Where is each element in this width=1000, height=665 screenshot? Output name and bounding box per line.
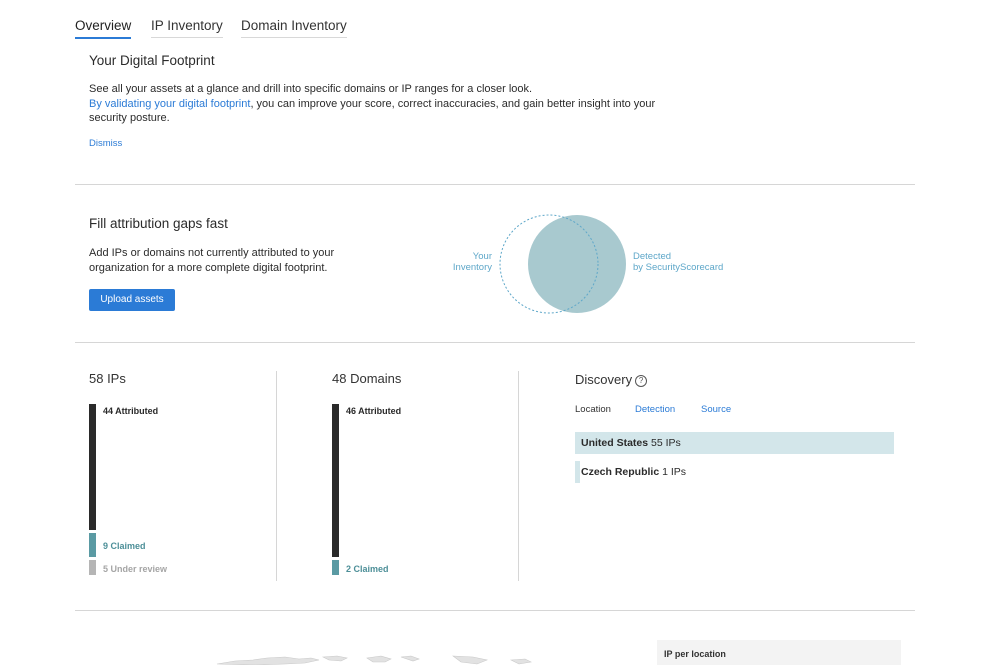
ips-attributed-bar bbox=[89, 404, 96, 530]
help-icon[interactable]: ? bbox=[635, 375, 648, 387]
column-divider bbox=[518, 371, 519, 581]
dismiss-link[interactable]: Dismiss bbox=[89, 138, 122, 149]
venn-left-line-1: Your bbox=[472, 251, 492, 262]
detected-circle bbox=[528, 215, 626, 313]
discovery-tab-location[interactable]: Location bbox=[575, 404, 611, 415]
venn-right-line-1: Detected bbox=[633, 251, 672, 262]
venn-right-line-2: by SecurityScorecard bbox=[633, 262, 724, 273]
footprint-title: Your Digital Footprint bbox=[89, 53, 215, 68]
location-country: Czech Republic bbox=[581, 466, 660, 478]
divider bbox=[75, 342, 915, 343]
column-divider bbox=[276, 371, 277, 581]
location-count: 55 IPs bbox=[651, 437, 681, 449]
tab-overview[interactable]: Overview bbox=[75, 18, 132, 39]
ips-under-review-bar bbox=[89, 560, 96, 575]
tab-ip-inventory[interactable]: IP Inventory bbox=[151, 18, 223, 38]
venn-label-your-inventory: Your Inventory bbox=[440, 251, 492, 273]
footprint-line-2-rest: , you can improve your score, correct in… bbox=[250, 97, 656, 110]
domains-attributed-label: 46 Attributed bbox=[346, 406, 402, 416]
validate-footprint-link[interactable]: By validating your digital footprint bbox=[89, 98, 250, 110]
ips-claimed-bar bbox=[89, 533, 96, 557]
ips-claimed-label: 9 Claimed bbox=[103, 541, 146, 551]
attribution-description: Add IPs or domains not currently attribu… bbox=[89, 246, 369, 275]
attribution-line-2: organization for a more complete digital… bbox=[89, 261, 328, 274]
location-bar bbox=[575, 461, 580, 483]
discovery-tab-source[interactable]: Source bbox=[701, 404, 731, 415]
domains-claimed-bar bbox=[332, 560, 339, 575]
upload-assets-button[interactable]: Upload assets bbox=[89, 289, 175, 311]
domains-attributed-bar bbox=[332, 404, 339, 557]
venn-left-line-2: Inventory bbox=[452, 262, 492, 273]
location-row[interactable]: Czech Republic 1 IPs bbox=[575, 461, 894, 483]
footprint-description: See all your assets at a glance and dril… bbox=[89, 82, 709, 126]
ips-attributed-label: 44 Attributed bbox=[103, 406, 159, 416]
discovery-title-text: Discovery bbox=[575, 372, 633, 387]
tab-domain-inventory[interactable]: Domain Inventory bbox=[241, 18, 347, 38]
ip-per-location-panel: IP per location bbox=[657, 640, 901, 665]
footprint-line-3: security posture. bbox=[89, 112, 170, 124]
domains-total-title: 48 Domains bbox=[332, 371, 402, 386]
ip-per-location-title: IP per location bbox=[664, 649, 726, 659]
discovery-title: Discovery? bbox=[575, 372, 648, 387]
venn-diagram bbox=[499, 214, 626, 314]
ips-under-review-label: 5 Under review bbox=[103, 564, 168, 574]
world-map bbox=[216, 655, 532, 665]
location-row[interactable]: United States 55 IPs bbox=[575, 432, 894, 454]
domains-claimed-label: 2 Claimed bbox=[346, 564, 389, 574]
location-count: 1 IPs bbox=[662, 466, 687, 478]
discovery-tab-detection[interactable]: Detection bbox=[635, 404, 675, 415]
location-country: United States bbox=[581, 437, 649, 449]
footprint-line-1: See all your assets at a glance and dril… bbox=[89, 83, 533, 95]
attribution-title: Fill attribution gaps fast bbox=[89, 216, 228, 231]
divider bbox=[75, 610, 915, 611]
divider bbox=[75, 184, 915, 185]
footprint-line-2: By validating your digital footprint, yo… bbox=[89, 97, 709, 112]
venn-label-detected: Detected by SecurityScorecard bbox=[633, 251, 723, 273]
ips-total-title: 58 IPs bbox=[89, 371, 126, 386]
attribution-line-1: Add IPs or domains not currently attribu… bbox=[89, 247, 335, 259]
